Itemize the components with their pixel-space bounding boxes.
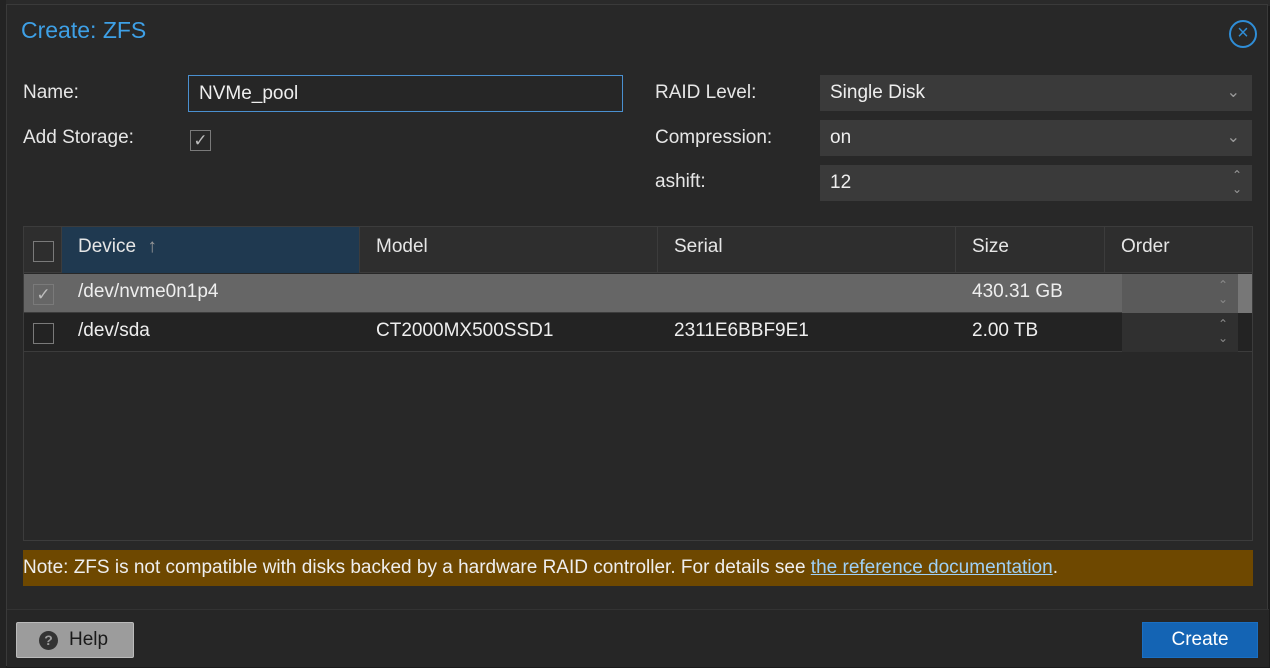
compression-value: on (830, 127, 852, 148)
raid-level-select[interactable]: Single Disk ⌄ (820, 75, 1252, 111)
dialog-title: Create: ZFS (21, 17, 147, 43)
raid-level-value: Single Disk (830, 82, 926, 103)
serial-cell: 2311E6BBF9E1 (674, 320, 809, 341)
spinner-icon[interactable]: ⌃ ⌄ (1232, 168, 1242, 196)
serial-cell (658, 274, 674, 313)
select-all-cell (24, 227, 62, 273)
order-spinner[interactable]: ⌃ ⌄ (1122, 313, 1238, 352)
column-header-serial[interactable]: Serial (658, 227, 956, 273)
raid-level-label: RAID Level: (655, 82, 757, 103)
help-icon: ? (39, 631, 58, 650)
ashift-spinner[interactable]: 12 ⌃ ⌄ (820, 165, 1252, 201)
dialog-footer: ? Help Create (7, 609, 1269, 667)
add-storage-label: Add Storage: (23, 127, 134, 148)
ashift-value: 12 (830, 172, 852, 193)
chevron-down-icon[interactable]: ⌄ (1227, 75, 1240, 111)
spinner-icon[interactable]: ⌃ ⌄ (1218, 317, 1228, 345)
column-header-device[interactable]: Device ↑ (62, 227, 360, 273)
chevron-down-icon[interactable]: ⌄ (1227, 120, 1240, 156)
size-cell: 430.31 GB (972, 281, 1063, 302)
column-header-model[interactable]: Model (360, 227, 658, 273)
help-button[interactable]: ? Help (16, 622, 134, 658)
order-spinner[interactable]: ⌃ ⌄ (1122, 274, 1238, 313)
column-header-order[interactable]: Order (1105, 227, 1252, 273)
reference-documentation-link[interactable]: the reference documentation (811, 557, 1053, 578)
add-storage-checkbox[interactable]: ✓ (190, 130, 211, 151)
size-cell: 2.00 TB (972, 320, 1039, 341)
name-label: Name: (23, 82, 79, 103)
column-header-size[interactable]: Size (956, 227, 1105, 273)
row-scroll-edge (1238, 274, 1252, 313)
sort-arrow-icon: ↑ (147, 236, 157, 257)
compression-select[interactable]: on ⌄ (820, 120, 1252, 156)
close-icon[interactable]: × (1229, 20, 1257, 48)
compression-label: Compression: (655, 127, 773, 148)
row-checkbox[interactable]: ✓ (33, 284, 54, 305)
spinner-icon[interactable]: ⌃ ⌄ (1218, 278, 1228, 306)
ashift-label: ashift: (655, 171, 706, 192)
device-cell: /dev/nvme0n1p4 (78, 281, 219, 302)
row-checkbox[interactable] (33, 323, 54, 344)
name-input[interactable] (188, 75, 623, 112)
note-suffix: . (1052, 557, 1058, 578)
disk-grid: Device ↑ Model Serial Size Order ✓ /dev/… (23, 226, 1253, 541)
create-button[interactable]: Create (1142, 622, 1258, 658)
model-cell: CT2000MX500SSD1 (376, 320, 554, 341)
zfs-hardware-raid-note: Note: ZFS is not compatible with disks b… (23, 550, 1253, 586)
table-row[interactable]: ✓ /dev/nvme0n1p4 430.31 GB ⌃ ⌄ (24, 274, 1252, 313)
create-zfs-dialog: Create: ZFS × Name: Add Storage: ✓ RAID … (6, 4, 1269, 667)
help-label: Help (69, 629, 109, 650)
model-cell (360, 274, 376, 313)
device-cell: /dev/sda (78, 320, 150, 341)
grid-header: Device ↑ Model Serial Size Order (24, 227, 1252, 273)
select-all-checkbox[interactable] (33, 241, 54, 262)
note-text: Note: ZFS is not compatible with disks b… (23, 557, 811, 578)
table-row[interactable]: /dev/sda CT2000MX500SSD1 2311E6BBF9E1 2.… (24, 313, 1252, 352)
